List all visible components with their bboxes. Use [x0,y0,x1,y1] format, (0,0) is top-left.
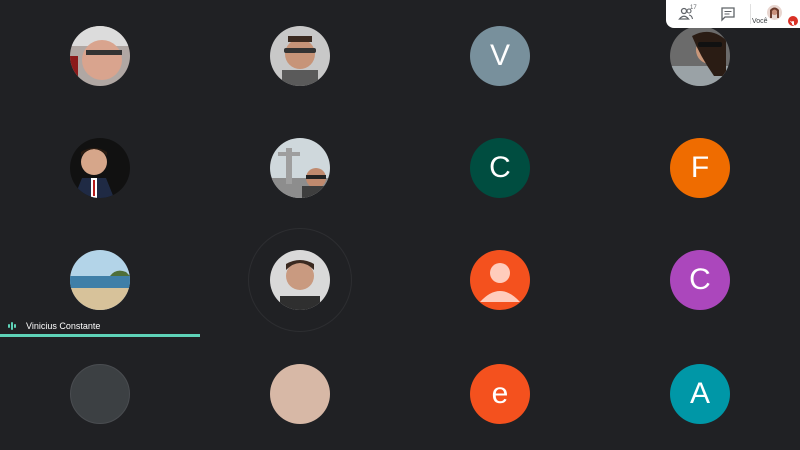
mic-off-icon [788,16,798,28]
participant-tile[interactable] [400,224,600,336]
audio-level-icon [8,322,18,330]
speaker-name: Vinicius Constante [26,321,101,331]
person-icon [480,263,520,302]
participant-avatar [270,364,330,424]
participant-initial-avatar: C [470,138,530,198]
divider [750,4,751,24]
participant-tile-speaking[interactable] [200,224,400,336]
initial-letter: C [689,263,711,296]
participant-avatar [270,26,330,86]
participant-tile[interactable] [0,338,200,450]
participant-tile[interactable]: C [600,224,800,336]
participant-initial-avatar: C [670,250,730,310]
self-avatar[interactable] [767,5,782,20]
initial-letter: V [489,39,510,72]
initial-letter: F [690,151,710,184]
default-person-avatar [470,250,530,310]
participant-initial-avatar: e [470,364,530,424]
participant-avatar [670,26,730,86]
initial-letter: C [489,151,511,184]
participant-count: 17 [690,5,697,11]
participant-tile[interactable] [0,112,200,224]
participant-tile[interactable]: e [400,338,600,450]
participant-avatar [70,364,130,424]
initial-letter: e [491,377,509,410]
participant-avatar [270,138,330,198]
participant-tile[interactable] [200,0,400,112]
active-speaker-label: Vinicius Constante [0,318,200,340]
participant-tile[interactable]: V [400,0,600,112]
participant-avatar [70,250,130,310]
participant-initial-avatar: A [670,364,730,424]
participant-avatar [70,138,130,198]
participant-tile[interactable]: F [600,112,800,224]
participant-tile[interactable]: C [400,112,600,224]
participant-avatar [70,26,130,86]
participant-initial-avatar: F [670,138,730,198]
initial-letter: A [689,377,710,410]
participant-initial-avatar: V [470,26,530,86]
participant-tile[interactable]: A [600,338,800,450]
participant-tile[interactable] [200,112,400,224]
participant-tile[interactable] [0,0,200,112]
participant-avatar [270,250,330,310]
self-label: Você [752,18,768,25]
chat-icon[interactable] [720,6,736,22]
meeting-top-controls: 17 Você [666,0,800,28]
speaker-highlight-bar [0,334,200,337]
participant-tile[interactable] [200,338,400,450]
